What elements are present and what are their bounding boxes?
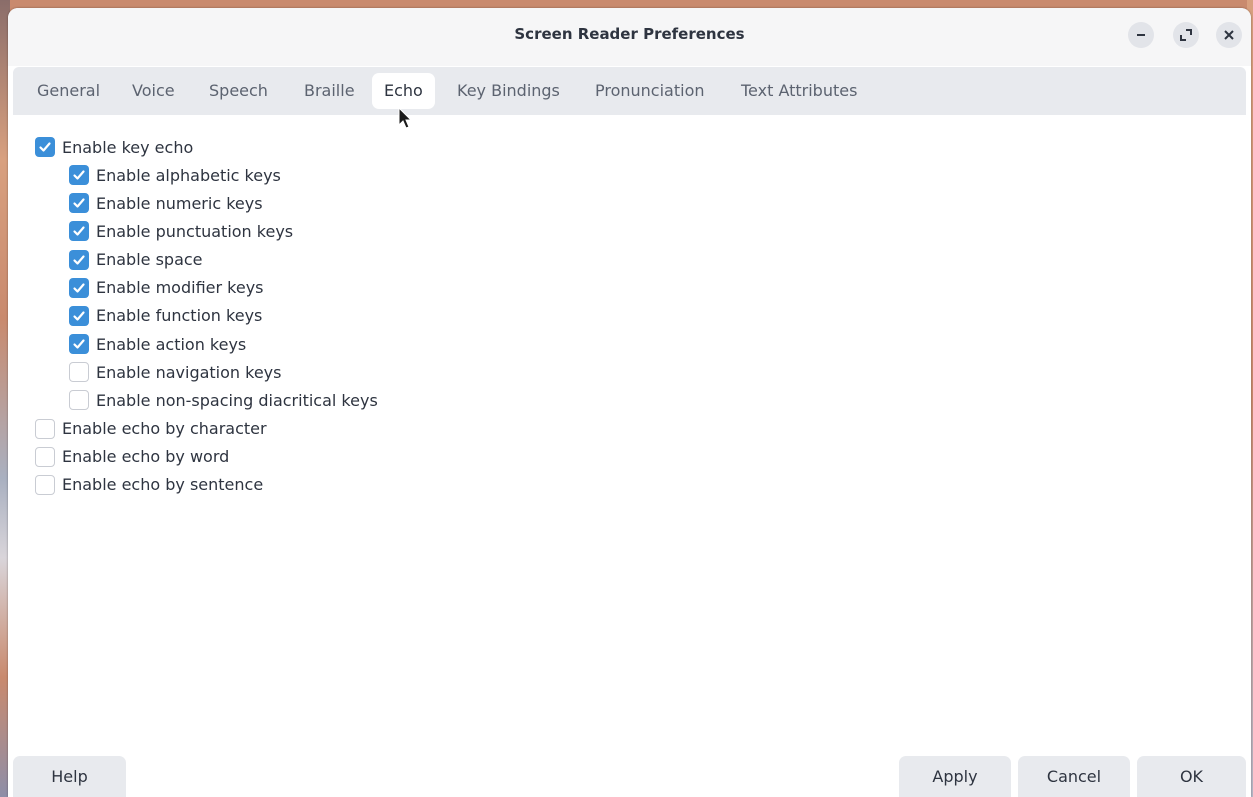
checkmark-icon bbox=[73, 311, 85, 321]
checkmark-icon bbox=[73, 170, 85, 180]
option-label: Enable numeric keys bbox=[96, 193, 263, 213]
mouse-pointer-icon bbox=[398, 107, 413, 129]
checkmark-icon bbox=[73, 198, 85, 208]
option-label: Enable space bbox=[96, 250, 203, 270]
checkbox-checked[interactable] bbox=[69, 249, 89, 270]
option-label: Enable punctuation keys bbox=[96, 221, 294, 241]
checkbox-checked[interactable] bbox=[35, 137, 55, 157]
apply-button[interactable]: Apply bbox=[899, 756, 1011, 797]
option-row[interactable]: Enable modifier keys bbox=[69, 276, 264, 300]
checkmark-icon bbox=[73, 226, 85, 237]
option-row[interactable]: Enable key echo bbox=[35, 135, 193, 159]
checkmark-icon bbox=[73, 283, 85, 293]
cancel-button[interactable]: Cancel bbox=[1018, 756, 1130, 797]
tab-braille[interactable]: Braille bbox=[292, 73, 367, 109]
preferences-dialog: Screen Reader Preferences General Voice … bbox=[8, 8, 1251, 797]
tab-speech[interactable]: Speech bbox=[197, 73, 280, 109]
option-row[interactable]: Enable echo by character bbox=[35, 417, 267, 441]
checkbox-unchecked[interactable] bbox=[35, 418, 55, 439]
tab-echo[interactable]: Echo bbox=[372, 73, 435, 109]
tab-pronunciation[interactable]: Pronunciation bbox=[583, 73, 717, 109]
window-title: Screen Reader Preferences bbox=[514, 25, 745, 43]
tab-voice[interactable]: Voice bbox=[120, 73, 187, 109]
tab-key-bindings[interactable]: Key Bindings bbox=[445, 73, 572, 109]
ok-button[interactable]: OK bbox=[1137, 756, 1246, 797]
option-label: Enable key echo bbox=[62, 137, 194, 157]
option-row[interactable]: Enable punctuation keys bbox=[69, 219, 293, 243]
option-row[interactable]: Enable action keys bbox=[69, 332, 246, 356]
option-row[interactable]: Enable echo by word bbox=[35, 445, 229, 469]
checkbox-checked[interactable] bbox=[69, 193, 89, 214]
option-label: Enable function keys bbox=[96, 306, 263, 326]
option-label: Enable non-spacing diacritical keys bbox=[96, 390, 378, 410]
option-row[interactable]: Enable non-spacing diacritical keys bbox=[69, 388, 378, 412]
option-row[interactable]: Enable function keys bbox=[69, 304, 262, 328]
tab-bar: General Voice Speech Braille Echo Key Bi… bbox=[13, 67, 1246, 115]
maximize-button[interactable] bbox=[1173, 22, 1199, 48]
option-label: Enable echo by character bbox=[62, 419, 267, 438]
minimize-icon bbox=[1137, 34, 1145, 36]
option-row[interactable]: Enable echo by sentence bbox=[35, 473, 263, 497]
option-row[interactable]: Enable numeric keys bbox=[69, 191, 263, 215]
checkbox-checked[interactable] bbox=[69, 165, 89, 186]
option-label: Enable alphabetic keys bbox=[96, 165, 281, 185]
tab-general[interactable]: General bbox=[25, 73, 112, 109]
option-label: Enable modifier keys bbox=[96, 278, 264, 298]
title-bar[interactable]: Screen Reader Preferences bbox=[8, 8, 1251, 66]
checkbox-unchecked[interactable] bbox=[69, 390, 89, 411]
close-icon bbox=[1224, 30, 1234, 40]
checkbox-checked[interactable] bbox=[69, 221, 89, 242]
checkmark-icon bbox=[73, 339, 85, 349]
checkmark-icon bbox=[73, 254, 85, 265]
checkbox-unchecked[interactable] bbox=[35, 474, 55, 495]
option-label: Enable action keys bbox=[96, 334, 247, 354]
checkbox-checked[interactable] bbox=[69, 305, 89, 326]
tab-text-attributes[interactable]: Text Attributes bbox=[729, 73, 869, 109]
checkbox-checked[interactable] bbox=[69, 334, 89, 355]
maximize-icon bbox=[1180, 29, 1192, 41]
minimize-button[interactable] bbox=[1128, 22, 1154, 48]
option-label: Enable echo by sentence bbox=[62, 475, 264, 495]
checkbox-unchecked[interactable] bbox=[35, 446, 55, 467]
option-row[interactable]: Enable space bbox=[69, 248, 203, 272]
checkbox-checked[interactable] bbox=[69, 277, 89, 298]
option-row[interactable]: Enable alphabetic keys bbox=[69, 163, 281, 187]
option-label: Enable navigation keys bbox=[96, 362, 282, 382]
option-row[interactable]: Enable navigation keys bbox=[69, 360, 281, 384]
checkbox-unchecked[interactable] bbox=[69, 362, 89, 383]
close-button[interactable] bbox=[1216, 22, 1242, 48]
option-label: Enable echo by word bbox=[62, 447, 230, 467]
checkmark-icon bbox=[39, 142, 51, 152]
help-button[interactable]: Help bbox=[13, 756, 126, 797]
